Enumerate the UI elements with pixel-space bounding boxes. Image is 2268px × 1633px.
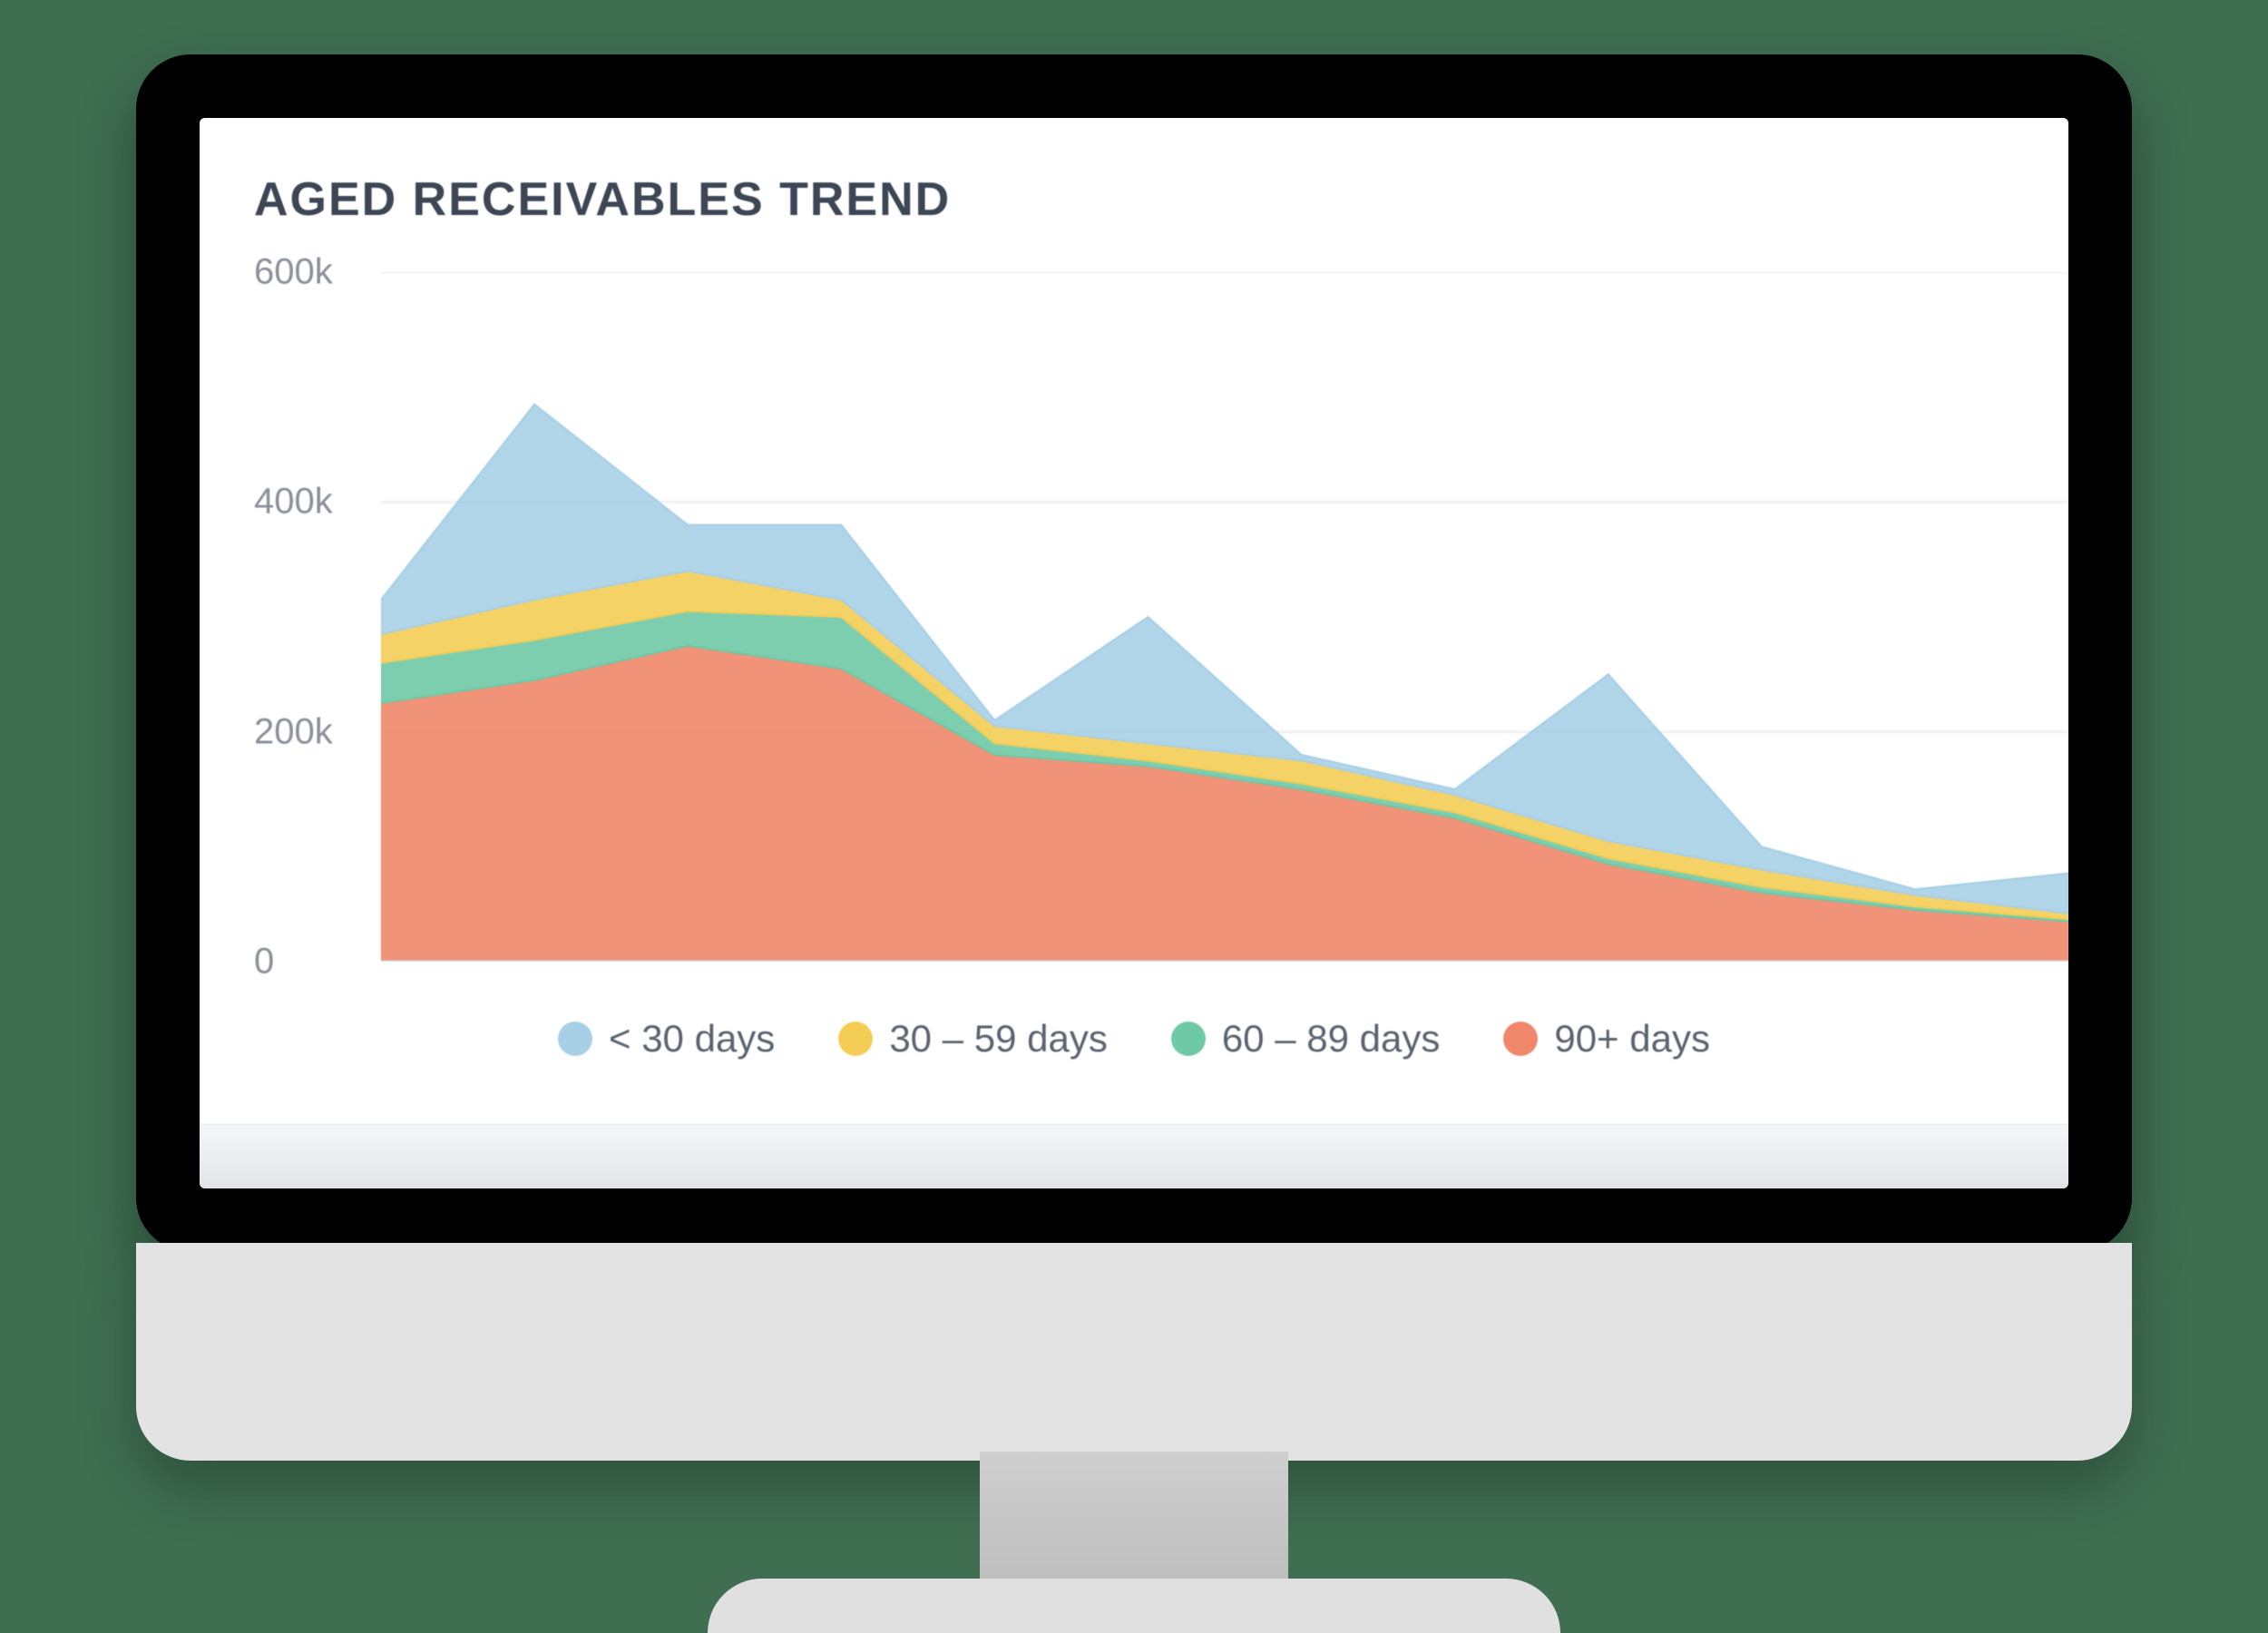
report-panel: AGED RECEIVABLES TREND 0 200k 400k 600k … (200, 118, 2068, 1188)
area-chart: 0 200k 400k 600k (254, 272, 2068, 962)
legend-label: 30 – 59 days (889, 1017, 1108, 1061)
monitor-chin (136, 1243, 2132, 1461)
legend-item-59[interactable]: 30 – 59 days (838, 1017, 1108, 1061)
legend-item-30[interactable]: < 30 days (558, 1017, 775, 1061)
legend-item-89[interactable]: 60 – 89 days (1171, 1017, 1441, 1061)
legend-item-90[interactable]: 90+ days (1503, 1017, 1710, 1061)
y-tick-600: 600k (254, 252, 333, 293)
panel-footer (200, 1124, 2068, 1188)
legend-label: 60 – 89 days (1222, 1017, 1441, 1061)
legend-swatch-icon (1503, 1022, 1538, 1056)
y-tick-0: 0 (254, 942, 274, 983)
monitor-stand-base (708, 1579, 1560, 1633)
legend-swatch-icon (1171, 1022, 1206, 1056)
chart-title: AGED RECEIVABLES TREND (254, 172, 951, 227)
legend-swatch-icon (558, 1022, 592, 1056)
chart-canvas (381, 272, 2068, 962)
legend: < 30 days 30 – 59 days 60 – 89 days 90+ … (200, 989, 2068, 1089)
y-tick-200: 200k (254, 711, 333, 752)
legend-swatch-icon (838, 1022, 873, 1056)
y-tick-400: 400k (254, 482, 333, 523)
screen: AGED RECEIVABLES TREND 0 200k 400k 600k … (200, 118, 2068, 1188)
legend-label: 90+ days (1554, 1017, 1710, 1061)
legend-label: < 30 days (609, 1017, 775, 1061)
monitor-frame: AGED RECEIVABLES TREND 0 200k 400k 600k … (136, 54, 2132, 1252)
